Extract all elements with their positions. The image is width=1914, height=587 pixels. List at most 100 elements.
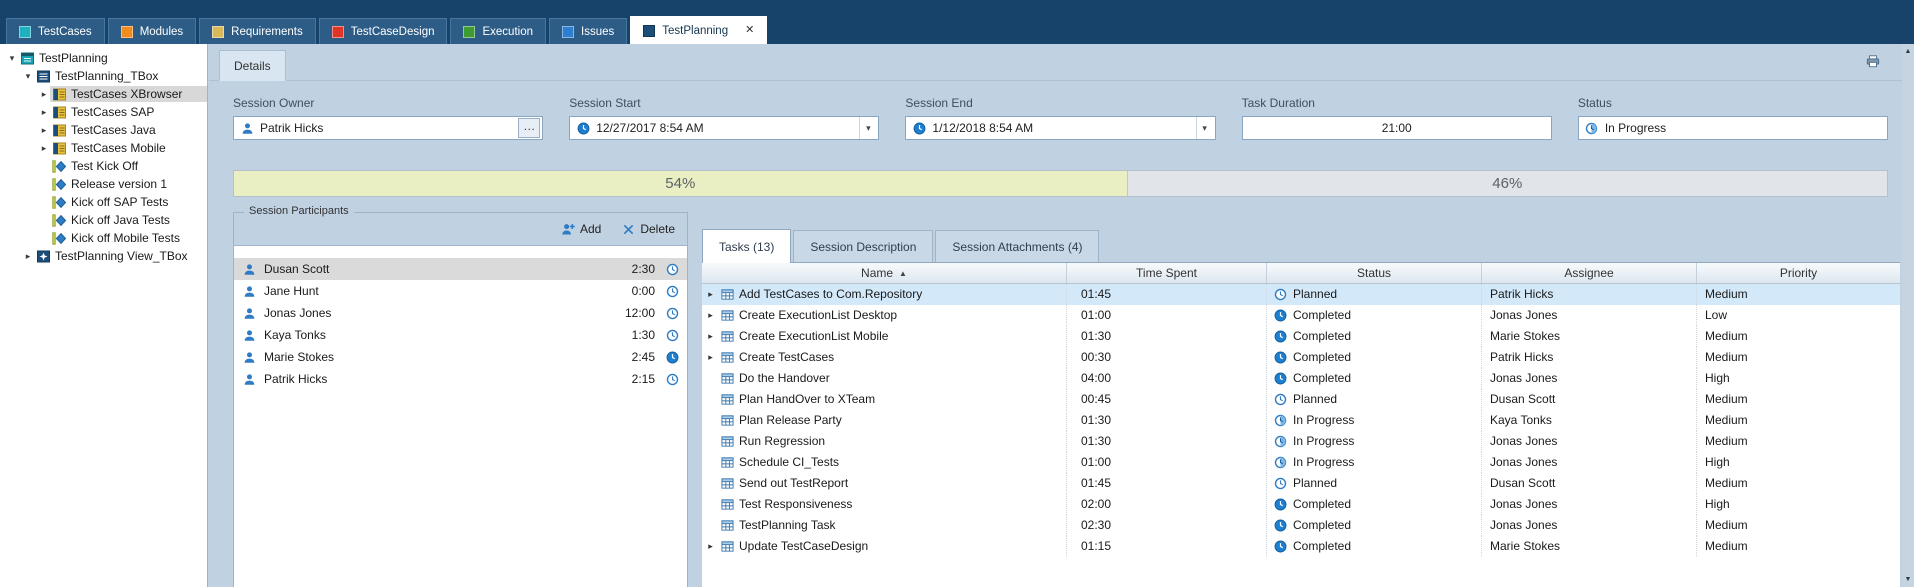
tree-item-testcases-sap[interactable]: ▸TestCases SAP — [0, 103, 207, 121]
tasks-tab-session-description[interactable]: Session Description — [793, 230, 933, 262]
participant-row-patrik-hicks[interactable]: Patrik Hicks2:15 — [234, 368, 687, 390]
field-value: 12/27/2017 8:54 AM — [596, 121, 853, 135]
task-priority: Low — [1697, 305, 1900, 326]
participant-name: Kaya Tonks — [264, 328, 611, 342]
add-participant-button[interactable]: Add — [561, 222, 601, 236]
participant-row-jonas-jones[interactable]: Jonas Jones12:00 — [234, 302, 687, 324]
task-row-testplanning-task[interactable]: TestPlanning Task02:30CompletedJonas Jon… — [702, 515, 1900, 536]
task-name: Do the Handover — [739, 368, 830, 389]
tree-expand-icon[interactable]: ▸ — [38, 107, 50, 118]
field-input-status[interactable]: In Progress — [1578, 116, 1888, 140]
tree-item-release-version-1[interactable]: Release version 1 — [0, 175, 207, 193]
tree-expand-icon[interactable]: ▾ — [6, 53, 18, 64]
participant-row-marie-stokes[interactable]: Marie Stokes2:45 — [234, 346, 687, 368]
clock-filled-icon — [1273, 519, 1287, 533]
main-panel: Details Session OwnerPatrik Hicks…Sessio… — [209, 44, 1902, 587]
field-input-session-start[interactable]: 12/27/2017 8:54 AM ▾ — [569, 116, 879, 140]
testcases-icon — [19, 26, 31, 38]
task-time-spent: 01:45 — [1067, 473, 1267, 494]
scroll-up-icon[interactable]: ▲ — [1902, 48, 1914, 55]
task-row-plan-handover-to-xteam[interactable]: Plan HandOver to XTeam00:45PlannedDusan … — [702, 389, 1900, 410]
participant-name: Dusan Scott — [264, 262, 611, 276]
scroll-down-icon[interactable]: ▼ — [1902, 576, 1914, 583]
task-time-spent: 01:00 — [1067, 452, 1267, 473]
tree-item-testcases-xbrowser[interactable]: ▸TestCases XBrowser — [0, 85, 207, 103]
task-time-spent: 00:45 — [1067, 389, 1267, 410]
tree-expand-icon[interactable]: ▸ — [38, 143, 50, 154]
session-participants-panel: Session Participants Add Delete Dusan Sc… — [233, 212, 688, 587]
print-icon[interactable] — [1866, 54, 1880, 68]
task-row-do-the-handover[interactable]: Do the Handover04:00CompletedJonas Jones… — [702, 368, 1900, 389]
app-tab-testcasedesign[interactable]: TestCaseDesign — [319, 18, 448, 44]
task-name: Create TestCases — [739, 347, 834, 368]
expand-caret-icon[interactable]: ▸ — [706, 326, 715, 347]
column-header-label: Priority — [1780, 266, 1817, 280]
tree-item-kick-off-sap-tests[interactable]: Kick off SAP Tests — [0, 193, 207, 211]
tree-item-testplanning-view-tbox[interactable]: ▸ TestPlanning View_TBox — [0, 247, 207, 265]
task-assignee: Marie Stokes — [1482, 326, 1697, 347]
tasks-tab-tasks-13[interactable]: Tasks (13) — [702, 229, 791, 263]
task-icon — [720, 372, 734, 386]
tasks-tab-session-attachments-4[interactable]: Session Attachments (4) — [935, 230, 1099, 262]
delete-participant-button[interactable]: Delete — [621, 222, 675, 236]
expand-caret-icon[interactable]: ▸ — [706, 536, 715, 557]
tree-expand-icon[interactable]: ▾ — [22, 71, 34, 82]
task-row-plan-release-party[interactable]: Plan Release Party01:30In ProgressKaya T… — [702, 410, 1900, 431]
tree-item-kick-off-java-tests[interactable]: Kick off Java Tests — [0, 211, 207, 229]
column-header-name[interactable]: Name▲ — [702, 263, 1067, 283]
task-row-run-regression[interactable]: Run Regression01:30In ProgressJonas Jone… — [702, 431, 1900, 452]
tree-item-test-kick-off[interactable]: Test Kick Off — [0, 157, 207, 175]
task-row-create-testcases[interactable]: ▸Create TestCases00:30CompletedPatrik Hi… — [702, 347, 1900, 368]
task-assignee: Jonas Jones — [1482, 515, 1697, 536]
close-tab-icon[interactable]: ✕ — [745, 25, 754, 36]
tree-item-kick-off-mobile-tests[interactable]: Kick off Mobile Tests — [0, 229, 207, 247]
tab-details[interactable]: Details — [219, 50, 286, 81]
expand-caret-icon[interactable]: ▸ — [706, 347, 715, 368]
app-window: TestCasesModulesRequirementsTestCaseDesi… — [0, 0, 1914, 587]
tree-item-testplanning[interactable]: ▾TestPlanning — [0, 49, 207, 67]
expand-caret-icon[interactable]: ▸ — [706, 305, 715, 326]
vertical-scrollbar[interactable]: ▲ ▼ — [1902, 44, 1914, 587]
app-tab-execution[interactable]: Execution — [450, 18, 546, 44]
task-row-update-testcasedesign[interactable]: ▸Update TestCaseDesign01:15CompletedMari… — [702, 536, 1900, 557]
task-row-schedule-ci-tests[interactable]: Schedule CI_Tests01:00In ProgressJonas J… — [702, 452, 1900, 473]
task-row-test-responsiveness[interactable]: Test Responsiveness02:00CompletedJonas J… — [702, 494, 1900, 515]
tree-item-testcases-mobile[interactable]: ▸TestCases Mobile — [0, 139, 207, 157]
app-tab-testcases[interactable]: TestCases — [6, 18, 105, 44]
column-header-time-spent[interactable]: Time Spent — [1067, 263, 1267, 283]
tree-item-label: TestPlanning View_TBox — [55, 249, 188, 263]
field-input-session-end[interactable]: 1/12/2018 8:54 AM▾ — [905, 116, 1215, 140]
testplanning-icon — [643, 25, 655, 37]
field-input-session-owner[interactable]: Patrik Hicks… — [233, 116, 543, 140]
dropdown-icon[interactable]: ▾ — [1196, 117, 1213, 139]
app-tab-issues[interactable]: Issues — [549, 18, 627, 44]
tree-item-testcases-java[interactable]: ▸TestCases Java — [0, 121, 207, 139]
participant-row-dusan-scott[interactable]: Dusan Scott2:30 — [234, 258, 687, 280]
column-header-priority[interactable]: Priority — [1697, 263, 1900, 283]
task-icon — [720, 540, 734, 554]
tree-expand-icon[interactable]: ▸ — [22, 251, 34, 262]
browse-button[interactable]: … — [518, 118, 540, 138]
tree-item-testplanning-tbox[interactable]: ▾TestPlanning_TBox — [0, 67, 207, 85]
participant-row-kaya-tonks[interactable]: Kaya Tonks1:30 — [234, 324, 687, 346]
app-tab-requirements[interactable]: Requirements — [199, 18, 316, 44]
participant-row-jane-hunt[interactable]: Jane Hunt0:00 — [234, 280, 687, 302]
tasks-tab-bar: Tasks (13)Session DescriptionSession Att… — [702, 228, 1900, 262]
field-input-task-duration[interactable]: 21:00 — [1242, 116, 1552, 140]
expand-caret-icon[interactable]: ▸ — [706, 284, 715, 305]
column-header-status[interactable]: Status — [1267, 263, 1482, 283]
task-row-add-testcases-to-com-repository[interactable]: ▸Add TestCases to Com.Repository01:45Pla… — [702, 284, 1900, 305]
app-tab-modules[interactable]: Modules — [108, 18, 196, 44]
task-row-create-executionlist-mobile[interactable]: ▸Create ExecutionList Mobile01:30Complet… — [702, 326, 1900, 347]
app-tab-testplanning[interactable]: TestPlanning ✕ — [630, 16, 767, 44]
clock-filled-icon — [912, 121, 926, 135]
tree-expand-icon[interactable]: ▸ — [38, 89, 50, 100]
clock-filled-icon — [1273, 372, 1287, 386]
task-row-send-out-testreport[interactable]: Send out TestReport01:45PlannedDusan Sco… — [702, 473, 1900, 494]
task-row-create-executionlist-desktop[interactable]: ▸Create ExecutionList Desktop01:00Comple… — [702, 305, 1900, 326]
column-header-assignee[interactable]: Assignee — [1482, 263, 1697, 283]
task-icon — [720, 330, 734, 344]
tree-expand-icon[interactable]: ▸ — [38, 125, 50, 136]
dropdown-icon[interactable]: ▾ — [859, 117, 876, 139]
app-tab-label: TestPlanning — [662, 25, 728, 37]
